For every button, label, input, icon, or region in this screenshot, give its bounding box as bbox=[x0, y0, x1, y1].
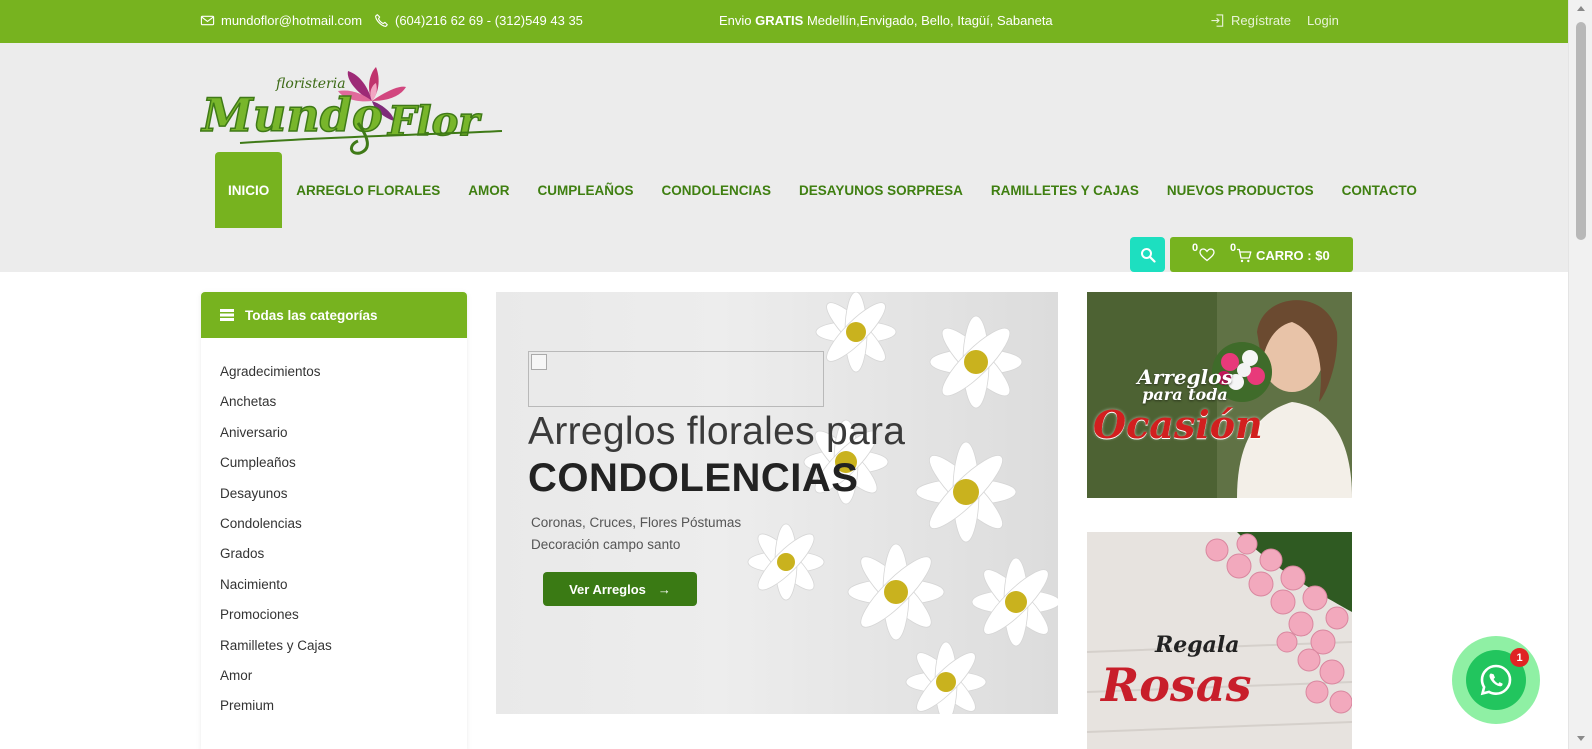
email-text: mundoflor@hotmail.com bbox=[221, 13, 363, 28]
category-item-agradecimientos[interactable]: Agradecimientos bbox=[220, 364, 467, 394]
category-list: Agradecimientos Anchetas Aniversario Cum… bbox=[201, 338, 467, 729]
category-item-amor[interactable]: Amor bbox=[220, 668, 467, 698]
nav-item-arreglo-florales[interactable]: ARREGLO FLORALES bbox=[282, 152, 454, 228]
page-scrollbar[interactable] bbox=[1568, 0, 1592, 749]
all-categories-header[interactable]: Todas las categorías bbox=[201, 292, 467, 338]
logo-graphic: floristeria Mundo Flor bbox=[199, 67, 503, 155]
free-shipping-notice: Envio GRATIS Medellín,Envigado, Bello, I… bbox=[719, 13, 1053, 28]
hero-heading-line1: Arreglos florales para bbox=[528, 410, 906, 453]
login-link[interactable]: Login bbox=[1307, 13, 1339, 28]
phone-contact[interactable]: (604)216 62 69 - (312)549 43 35 bbox=[374, 13, 583, 28]
wishlist-count: 0 bbox=[1192, 242, 1199, 254]
hero-slider[interactable]: Arreglos florales para CONDOLENCIAS Coro… bbox=[496, 292, 1058, 714]
top-bar: mundoflor@hotmail.com (604)216 62 69 - (… bbox=[0, 0, 1568, 43]
whatsapp-icon bbox=[1480, 664, 1512, 696]
category-item-grados[interactable]: Grados bbox=[220, 546, 467, 576]
shipping-areas: Medellín,Envigado, Bello, Itagüí, Sabane… bbox=[806, 13, 1053, 28]
scroll-down-arrow-icon[interactable] bbox=[1577, 736, 1585, 741]
category-item-cumpleanos[interactable]: Cumpleaños bbox=[220, 455, 467, 485]
hero-subtitle-line2: Decoración campo santo bbox=[531, 537, 681, 552]
banner-regala-rosas[interactable]: Regala Rosas bbox=[1087, 532, 1352, 749]
ver-arreglos-button[interactable]: Ver Arreglos → bbox=[543, 572, 697, 606]
shipping-prefix: Envio bbox=[719, 13, 752, 28]
all-categories-title: Todas las categorías bbox=[245, 307, 378, 323]
scroll-up-arrow-icon[interactable] bbox=[1577, 6, 1585, 11]
category-item-promociones[interactable]: Promociones bbox=[220, 607, 467, 637]
phone-text: (604)216 62 69 - (312)549 43 35 bbox=[395, 13, 583, 28]
cart-icon bbox=[1237, 248, 1252, 263]
banner2-regala: Regala bbox=[1155, 632, 1240, 658]
register-link[interactable]: Regístrate bbox=[1210, 13, 1291, 28]
hero-subtitle-line1: Coronas, Cruces, Flores Póstumas bbox=[531, 515, 742, 530]
broken-image-placeholder bbox=[528, 351, 824, 407]
shipping-bold: GRATIS bbox=[755, 13, 804, 28]
site-header: floristeria Mundo Flor INICIO ARREGLO FL… bbox=[0, 43, 1568, 272]
banner1-ocasion: Ocasión bbox=[1093, 402, 1263, 447]
banner1-line1: Arreglos bbox=[1137, 365, 1233, 389]
heart-icon bbox=[1199, 248, 1215, 262]
main-navigation: INICIO ARREGLO FLORALES AMOR CUMPLEAÑOS … bbox=[215, 152, 1431, 228]
cart-bar: 0 0 CARRO : $0 bbox=[1170, 237, 1353, 272]
banner1-heading: Arreglos para toda bbox=[1133, 365, 1237, 404]
category-item-nacimiento[interactable]: Nacimiento bbox=[220, 577, 467, 607]
search-icon bbox=[1140, 247, 1156, 263]
ver-arreglos-label: Ver Arreglos bbox=[569, 581, 646, 597]
category-item-premium[interactable]: Premium bbox=[220, 698, 467, 728]
banner2-rosas: Rosas bbox=[1101, 658, 1252, 712]
hero-heading-line2: CONDOLENCIAS bbox=[528, 456, 859, 500]
phone-icon bbox=[375, 14, 388, 27]
banner-arreglos-ocasion[interactable]: Arreglos para toda Ocasión bbox=[1087, 292, 1352, 498]
category-item-ramilletes-y-cajas[interactable]: Ramilletes y Cajas bbox=[220, 638, 467, 668]
nav-item-condolencias[interactable]: CONDOLENCIAS bbox=[648, 152, 786, 228]
nav-item-cumpleanos[interactable]: CUMPLEAÑOS bbox=[524, 152, 648, 228]
whatsapp-notification-badge: 1 bbox=[1510, 648, 1529, 667]
nav-item-desayunos-sorpresa[interactable]: DESAYUNOS SORPRESA bbox=[785, 152, 977, 228]
email-contact[interactable]: mundoflor@hotmail.com bbox=[200, 13, 362, 28]
nav-item-inicio[interactable]: INICIO bbox=[215, 152, 283, 228]
nav-item-amor[interactable]: AMOR bbox=[454, 152, 523, 228]
arrow-right-icon: → bbox=[657, 581, 671, 597]
site-logo[interactable]: floristeria Mundo Flor bbox=[199, 65, 508, 157]
search-button[interactable] bbox=[1130, 237, 1165, 272]
nav-item-nuevos-productos[interactable]: NUEVOS PRODUCTOS bbox=[1153, 152, 1328, 228]
nav-item-contacto[interactable]: CONTACTO bbox=[1328, 152, 1431, 228]
category-sidebar: Todas las categorías Agradecimientos Anc… bbox=[201, 292, 467, 749]
menu-list-icon bbox=[220, 309, 234, 321]
nav-item-ramilletes-y-cajas[interactable]: RAMILLETES Y CAJAS bbox=[977, 152, 1153, 228]
login-icon bbox=[1211, 14, 1224, 27]
category-item-condolencias[interactable]: Condolencias bbox=[220, 516, 467, 546]
category-item-anchetas[interactable]: Anchetas bbox=[220, 394, 467, 424]
category-item-desayunos[interactable]: Desayunos bbox=[220, 486, 467, 516]
logo-main-text-2: Flor bbox=[387, 98, 482, 145]
hero-subtitle: Coronas, Cruces, Flores Póstumas Decorac… bbox=[531, 512, 741, 556]
scrollbar-thumb[interactable] bbox=[1576, 22, 1586, 240]
logo-main-text: Mundo bbox=[200, 88, 383, 142]
category-item-aniversario[interactable]: Aniversario bbox=[220, 425, 467, 455]
login-text: Login bbox=[1307, 13, 1339, 28]
envelope-icon bbox=[200, 15, 215, 26]
register-text: Regístrate bbox=[1231, 13, 1291, 28]
cart-total-label[interactable]: CARRO : $0 bbox=[1256, 248, 1330, 263]
